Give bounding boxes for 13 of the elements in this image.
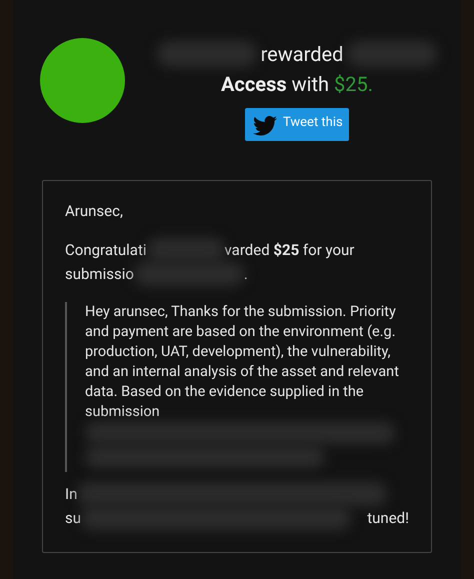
closing-text: su: [65, 508, 82, 528]
reward-amount-line: Access with $25.: [220, 71, 373, 98]
bird-icon: [253, 116, 277, 136]
congrats-text: .: [244, 264, 248, 284]
closing-text: tuned!: [367, 508, 409, 528]
closing-text: In: [65, 484, 78, 504]
greeting: Arunsec,: [65, 201, 124, 222]
reward-headline: rewarded: [260, 41, 344, 68]
tweet-button[interactable]: Tweet this: [245, 108, 349, 141]
congrats-text: varded $25 for your: [224, 240, 354, 260]
congrats-text: Congratulati: [65, 240, 147, 260]
congrats-text: submissio: [65, 264, 134, 284]
quoted-reply-cut: submission: [85, 402, 161, 422]
